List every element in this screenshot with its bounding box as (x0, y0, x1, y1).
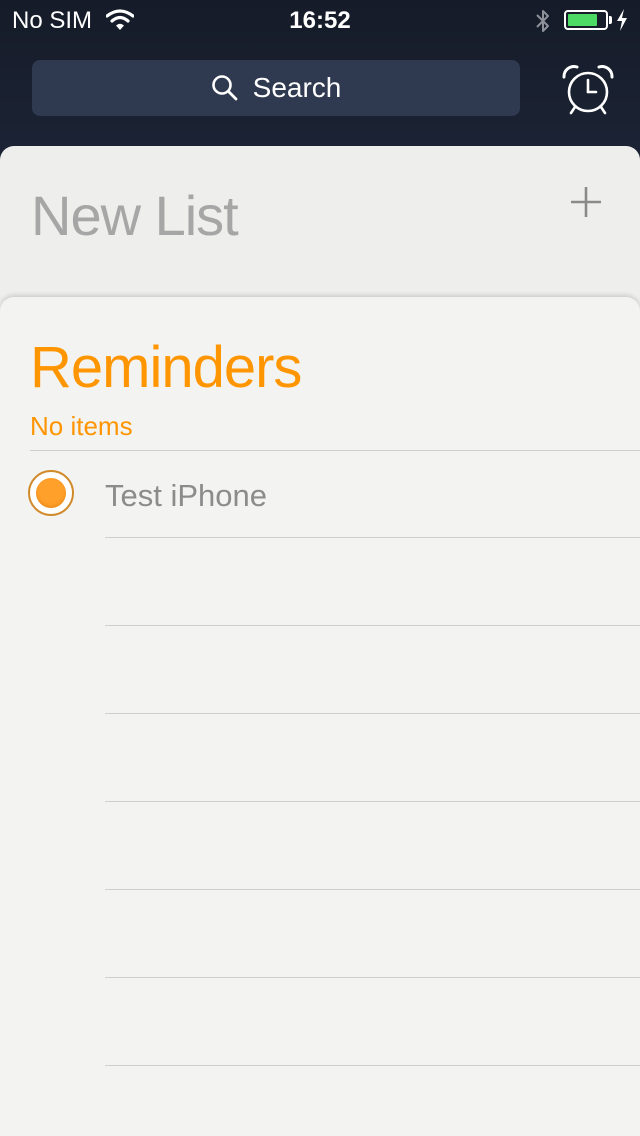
item-count-label: No items (30, 411, 133, 441)
bluetooth-icon (536, 10, 549, 32)
search-label: Search (252, 72, 342, 103)
search-icon (211, 75, 238, 101)
battery-indicator (564, 10, 608, 30)
new-list-title[interactable]: New List (31, 183, 239, 248)
item-checkbox[interactable] (28, 470, 74, 516)
row-divider (105, 537, 640, 538)
battery-level-fill (568, 14, 597, 26)
checkbox-dot (36, 478, 66, 508)
row-divider (105, 889, 640, 890)
row-divider (105, 977, 640, 978)
row-divider (105, 1065, 640, 1066)
list-title[interactable]: Reminders (30, 334, 302, 401)
header-divider (30, 450, 640, 451)
plus-icon[interactable] (568, 184, 604, 220)
search-bar[interactable]: Search (32, 60, 520, 116)
row-divider (105, 625, 640, 626)
row-divider (105, 801, 640, 802)
charging-bolt-icon (617, 9, 627, 31)
status-bar: No SIM 16:52 (0, 0, 640, 40)
reminder-item-text[interactable]: Test iPhone (105, 478, 267, 514)
alarm-clock-icon[interactable] (560, 62, 616, 118)
row-divider (105, 713, 640, 714)
battery-tip (609, 16, 612, 24)
